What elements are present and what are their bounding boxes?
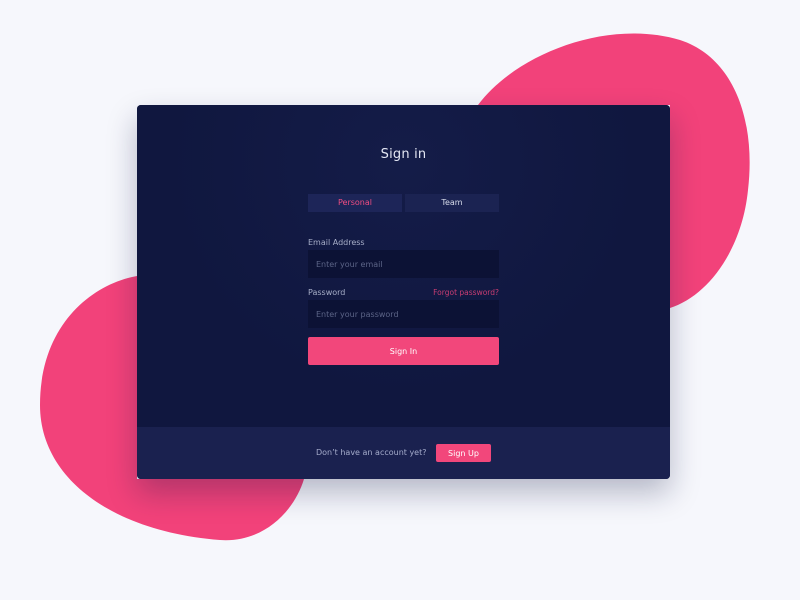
- sign-up-button[interactable]: Sign Up: [436, 444, 491, 462]
- password-field[interactable]: [308, 300, 499, 328]
- forgot-password-link[interactable]: Forgot password?: [433, 288, 499, 297]
- signup-prompt: Don’t have an account yet?: [316, 448, 427, 457]
- signin-form: Sign in Personal Team Email Address Pass…: [137, 105, 670, 427]
- page-title: Sign in: [380, 147, 427, 162]
- tab-team[interactable]: Team: [405, 194, 499, 212]
- email-label: Email Address: [308, 238, 365, 247]
- email-field[interactable]: [308, 250, 499, 278]
- signin-card: Sign in Personal Team Email Address Pass…: [137, 105, 670, 479]
- signup-footer: Don’t have an account yet? Sign Up: [137, 427, 670, 479]
- password-label: Password: [308, 288, 346, 297]
- tab-personal[interactable]: Personal: [308, 194, 402, 212]
- sign-in-button[interactable]: Sign In: [308, 337, 499, 365]
- account-type-tabs: Personal Team: [308, 194, 499, 212]
